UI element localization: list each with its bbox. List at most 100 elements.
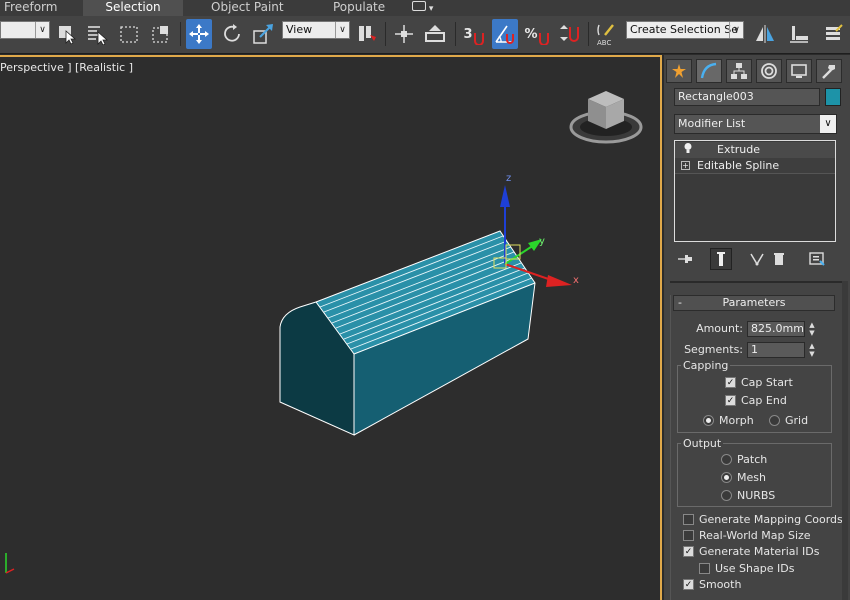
patch-label: Patch: [737, 453, 768, 466]
cap-end-checkbox[interactable]: ✓: [725, 395, 736, 406]
world-axis-icon: [5, 553, 15, 574]
smooth-label: Smooth: [699, 578, 742, 591]
grid-label: Grid: [785, 414, 809, 427]
remove-modifier-icon[interactable]: [768, 248, 790, 270]
reference-coordinate-dropdown[interactable]: View ∨: [282, 21, 350, 39]
stack-toolbar: [674, 248, 844, 270]
motion-tab-icon[interactable]: [756, 59, 782, 83]
configure-modifier-sets-icon[interactable]: [806, 248, 828, 270]
select-manipulate-icon[interactable]: [391, 19, 417, 49]
use-shape-ids-checkbox[interactable]: ✓: [699, 563, 710, 574]
select-by-name-icon[interactable]: [84, 19, 110, 49]
percent-snap-label: %: [524, 26, 538, 42]
expand-icon[interactable]: +: [681, 161, 690, 170]
percent-snap-icon[interactable]: %: [524, 19, 550, 49]
snaps-toggle-icon[interactable]: 3: [461, 19, 487, 49]
mesh-label: Mesh: [737, 471, 766, 484]
gizmo-y-label: y: [539, 236, 545, 247]
cap-start-label: Cap Start: [741, 376, 793, 389]
morph-label: Morph: [719, 414, 754, 427]
segments-label: Segments:: [684, 343, 743, 356]
align-icon[interactable]: [786, 19, 812, 49]
mesh-radio[interactable]: [721, 472, 732, 483]
extruded-object[interactable]: [279, 230, 536, 436]
main-toolbar: ∨ View ∨ 3 % ABC Create Selection Se ∨: [0, 16, 850, 54]
generate-material-ids-label: Generate Material IDs: [699, 545, 820, 558]
keyboard-shortcut-override-icon[interactable]: [422, 19, 448, 49]
named-selection-dropdown[interactable]: Create Selection Se ∨: [626, 21, 744, 39]
use-shape-ids-label: Use Shape IDs: [715, 562, 795, 575]
nurbs-radio[interactable]: [721, 490, 732, 501]
patch-radio[interactable]: [721, 454, 732, 465]
parameters-rollout-header[interactable]: - Parameters: [673, 295, 835, 311]
stack-item-label: Extrude: [717, 143, 761, 156]
select-move-icon[interactable]: [186, 19, 212, 49]
create-tab-icon[interactable]: [666, 59, 692, 83]
cap-start-checkbox[interactable]: ✓: [725, 377, 736, 388]
nurbs-label: NURBS: [737, 489, 776, 502]
utilities-tab-icon[interactable]: [816, 59, 842, 83]
capping-title: Capping: [681, 359, 731, 372]
real-world-map-label: Real-World Map Size: [699, 529, 811, 542]
modify-tab-icon[interactable]: [696, 59, 722, 83]
amount-input[interactable]: 825.0mm: [747, 321, 805, 337]
morph-radio[interactable]: [703, 415, 714, 426]
output-title: Output: [681, 437, 724, 450]
lightbulb-icon[interactable]: [683, 142, 693, 159]
make-unique-icon[interactable]: [746, 248, 768, 270]
grid-radio[interactable]: [769, 415, 780, 426]
collapse-icon: -: [678, 296, 682, 309]
tab-populate[interactable]: Populate: [329, 0, 389, 16]
amount-spinner[interactable]: ▲ ▼: [807, 321, 817, 337]
parameters-rollout: - Parameters Amount: 825.0mm ▲ ▼ Segments…: [670, 295, 847, 600]
stack-item-label: Editable Spline: [697, 159, 780, 172]
hierarchy-tab-icon[interactable]: [726, 59, 752, 83]
edit-named-selections-icon[interactable]: ABC: [594, 19, 620, 49]
select-rotate-icon[interactable]: [219, 19, 245, 49]
cap-end-label: Cap End: [741, 394, 787, 407]
display-tab-icon[interactable]: [786, 59, 812, 83]
tab-object-paint[interactable]: Object Paint: [207, 0, 288, 16]
generate-material-ids-checkbox[interactable]: ✓: [683, 546, 694, 557]
chevron-down-icon: ∨: [820, 115, 836, 133]
spinner-snap-icon[interactable]: [556, 19, 582, 49]
modifier-list-dropdown[interactable]: Modifier List ∨: [674, 114, 837, 134]
pivot-center-icon[interactable]: [354, 19, 380, 49]
angle-snap-icon[interactable]: [492, 19, 518, 49]
ribbon-tabs: Freeform Selection Object Paint Populate…: [0, 0, 850, 16]
pin-stack-icon[interactable]: [674, 248, 696, 270]
ribbon-options-icon[interactable]: ▾: [412, 0, 438, 14]
viewcube-icon[interactable]: [569, 91, 643, 144]
generate-mapping-label: Generate Mapping Coords.: [699, 513, 847, 526]
stack-item-editable-spline[interactable]: + Editable Spline: [675, 158, 835, 174]
perspective-viewport[interactable]: z y x Perspective ] [Realistic ]: [0, 55, 662, 600]
gizmo-z-label: z: [506, 173, 511, 184]
smooth-checkbox[interactable]: ✓: [683, 579, 694, 590]
select-object-icon[interactable]: [54, 19, 80, 49]
viewport-label[interactable]: Perspective ] [Realistic ]: [0, 61, 133, 74]
segments-input[interactable]: 1: [747, 342, 805, 358]
select-scale-icon[interactable]: [251, 19, 277, 49]
named-selection-value: Create Selection Se: [630, 23, 738, 36]
tab-freeform[interactable]: Freeform: [0, 0, 61, 16]
object-name-field[interactable]: Rectangle003: [674, 88, 820, 106]
layer-manager-icon[interactable]: [820, 19, 846, 49]
show-end-result-icon[interactable]: [710, 248, 732, 270]
real-world-map-checkbox[interactable]: ✓: [683, 530, 694, 541]
segments-spinner[interactable]: ▲ ▼: [807, 342, 817, 358]
modifier-stack[interactable]: Extrude + Editable Spline: [674, 140, 836, 242]
object-color-swatch[interactable]: [825, 88, 841, 106]
panel-divider: [670, 281, 844, 283]
reference-coordinate-value: View: [286, 23, 313, 36]
window-crossing-icon[interactable]: [148, 19, 174, 49]
parameters-title: Parameters: [722, 296, 786, 309]
selection-filter-dropdown[interactable]: ∨: [0, 21, 50, 39]
panel-scrollbar[interactable]: [842, 281, 848, 600]
mirror-icon[interactable]: [752, 19, 778, 49]
rectangular-selection-icon[interactable]: [116, 19, 142, 49]
viewport-canvas[interactable]: z y x: [0, 57, 660, 600]
svg-text:ABC: ABC: [597, 39, 611, 47]
generate-mapping-checkbox[interactable]: ✓: [683, 514, 694, 525]
stack-item-extrude[interactable]: Extrude: [675, 142, 835, 158]
tab-selection[interactable]: Selection: [83, 0, 183, 16]
